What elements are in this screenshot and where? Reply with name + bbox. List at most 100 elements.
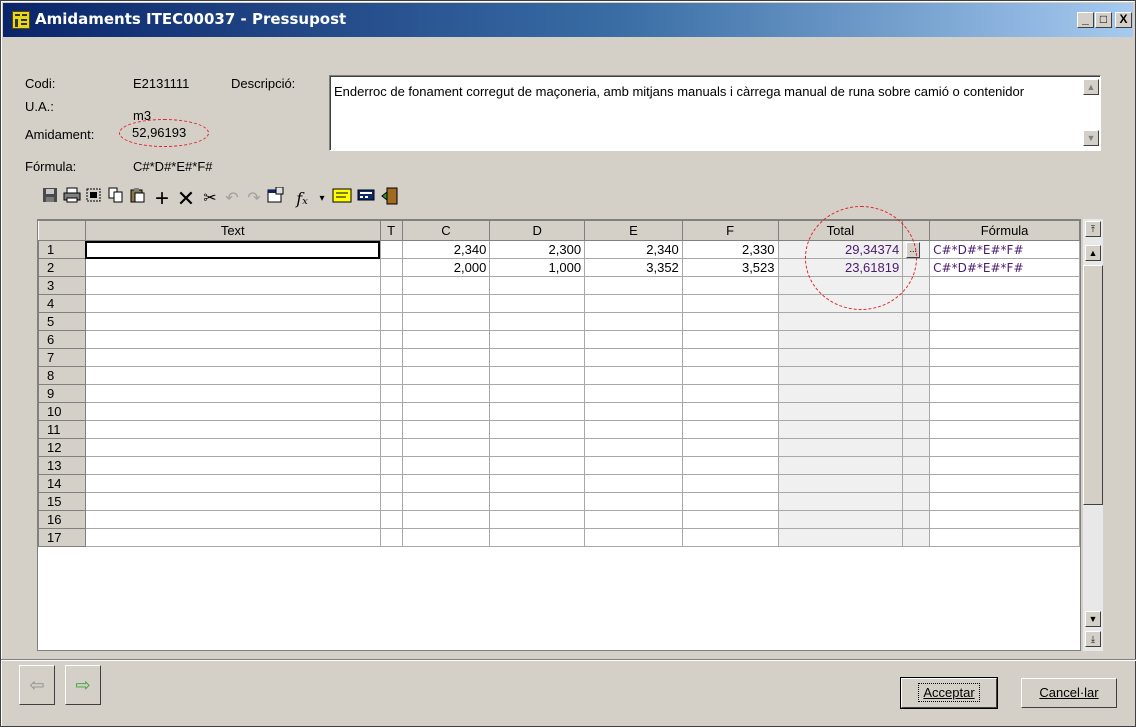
cell-f[interactable] [681, 312, 779, 331]
cell-formula[interactable] [929, 312, 1080, 331]
select-icon[interactable] [83, 187, 105, 211]
cell-text[interactable] [84, 492, 381, 511]
cell-e[interactable]: 2,340 [584, 240, 683, 259]
cell-t[interactable] [379, 312, 403, 331]
cell-text[interactable] [84, 456, 381, 475]
cell-t[interactable] [379, 348, 403, 367]
cell-c[interactable]: 2,340 [401, 240, 491, 259]
cell-total[interactable] [777, 330, 904, 349]
cell-total[interactable] [777, 492, 904, 511]
cell-total[interactable] [777, 402, 904, 421]
previous-button[interactable]: ⇦ [19, 665, 55, 705]
cell-e[interactable] [584, 312, 683, 331]
cell-d[interactable] [489, 330, 586, 349]
cell-total[interactable]: 29,34374 [777, 240, 904, 259]
cell-formula-button[interactable] [902, 474, 931, 493]
cell-total[interactable] [777, 312, 904, 331]
cell-text[interactable] [84, 420, 381, 439]
cell-f[interactable] [681, 510, 779, 529]
cell-t[interactable] [379, 456, 403, 475]
cell-e[interactable] [584, 276, 683, 295]
cell-total[interactable] [777, 294, 904, 313]
cell-c[interactable] [401, 402, 491, 421]
cell-e[interactable] [584, 528, 683, 547]
cell-total[interactable] [777, 276, 904, 295]
cell-t[interactable] [379, 240, 403, 259]
print-icon[interactable] [61, 187, 83, 211]
column-header-formula[interactable]: Fórmula [929, 220, 1080, 241]
cell-f[interactable] [681, 348, 779, 367]
scroll-bottom-button[interactable]: ⤓ [1085, 631, 1101, 647]
cell-formula[interactable] [929, 348, 1080, 367]
cell-t[interactable] [379, 420, 403, 439]
add-icon[interactable]: + [151, 187, 173, 211]
cell-total[interactable] [777, 474, 904, 493]
cell-f[interactable] [681, 402, 779, 421]
cell-text[interactable] [84, 312, 381, 331]
cell-d[interactable] [489, 366, 586, 385]
cell-total[interactable] [777, 348, 904, 367]
cell-f[interactable] [681, 276, 779, 295]
cell-d[interactable] [489, 528, 586, 547]
cell-c[interactable] [401, 456, 491, 475]
next-button[interactable]: ⇨ [65, 665, 101, 705]
cell-c[interactable] [401, 528, 491, 547]
column-header-total[interactable]: Total [777, 220, 904, 241]
scroll-top-button[interactable]: ⤒ [1085, 221, 1101, 237]
cell-total[interactable] [777, 384, 904, 403]
exit-icon[interactable] [379, 187, 401, 211]
cell-c[interactable] [401, 366, 491, 385]
cell-text[interactable] [84, 402, 381, 421]
undo-icon[interactable]: ↶ [221, 187, 243, 211]
cell-c[interactable] [401, 384, 491, 403]
cell-f[interactable] [681, 384, 779, 403]
dropdown-icon[interactable]: ▾ [311, 187, 333, 211]
cancel-button[interactable]: Cancel·lar [1021, 678, 1117, 708]
cell-text[interactable] [84, 276, 381, 295]
cell-c[interactable] [401, 330, 491, 349]
calculator-icon[interactable] [355, 187, 377, 211]
accept-button[interactable]: Acceptar [900, 677, 998, 709]
cell-formula[interactable] [929, 492, 1080, 511]
cell-e[interactable] [584, 384, 683, 403]
grid-vertical-scrollbar[interactable]: ⤒ ▲ ▼ ⤓ [1083, 219, 1103, 651]
cell-formula-button[interactable] [902, 456, 931, 475]
close-button[interactable]: X [1115, 12, 1132, 28]
cell-c[interactable]: 2,000 [401, 258, 491, 277]
cell-text[interactable] [84, 258, 381, 277]
cell-t[interactable] [379, 294, 403, 313]
column-header-c[interactable]: C [401, 220, 491, 241]
column-header-text[interactable]: Text [84, 220, 381, 241]
paste-icon[interactable] [127, 187, 149, 211]
cell-c[interactable] [401, 420, 491, 439]
cell-c[interactable] [401, 312, 491, 331]
scroll-thumb[interactable] [1083, 265, 1103, 505]
cell-f[interactable] [681, 438, 779, 457]
cell-d[interactable]: 2,300 [489, 240, 586, 259]
cell-e[interactable] [584, 510, 683, 529]
cell-c[interactable] [401, 510, 491, 529]
cell-formula-button[interactable] [902, 330, 931, 349]
cell-formula-button[interactable] [902, 384, 931, 403]
copy-icon[interactable] [105, 187, 127, 211]
save-icon[interactable] [39, 187, 61, 211]
cell-e[interactable] [584, 366, 683, 385]
cell-formula-button[interactable] [902, 510, 931, 529]
cell-text[interactable] [84, 474, 381, 493]
cell-text[interactable] [84, 240, 381, 259]
column-header-e[interactable]: E [584, 220, 683, 241]
cell-t[interactable] [379, 510, 403, 529]
cell-t[interactable] [379, 438, 403, 457]
title-bar[interactable]: Amidaments ITEC00037 - Pressupost _ □ X [3, 3, 1133, 37]
cell-e[interactable] [584, 474, 683, 493]
cell-f[interactable] [681, 330, 779, 349]
cell-t[interactable] [379, 492, 403, 511]
cell-d[interactable] [489, 348, 586, 367]
cell-t[interactable] [379, 330, 403, 349]
cell-formula[interactable]: C#*D#*E#*F# [929, 240, 1080, 259]
cell-f[interactable] [681, 294, 779, 313]
cell-f[interactable] [681, 528, 779, 547]
cell-text[interactable] [84, 438, 381, 457]
cell-e[interactable] [584, 438, 683, 457]
cell-formula[interactable] [929, 510, 1080, 529]
